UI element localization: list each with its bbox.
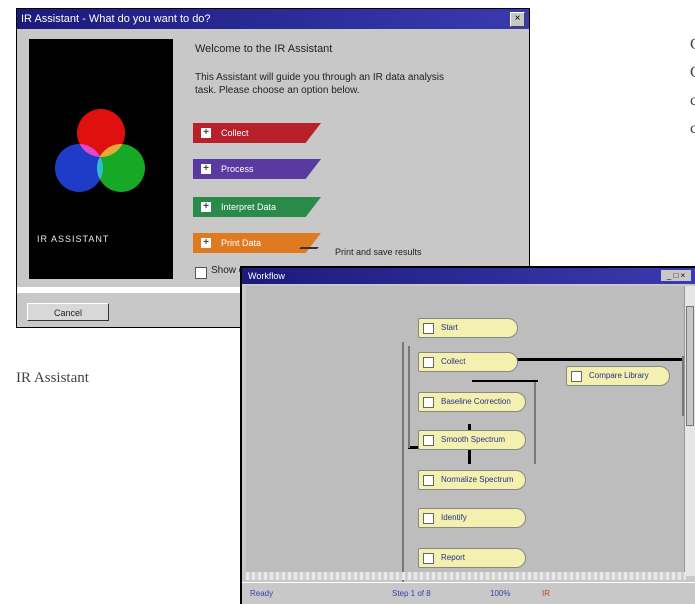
cancel-button[interactable]: Cancel xyxy=(27,303,109,321)
node-label: Normalize Spectrum xyxy=(441,475,514,484)
node-icon xyxy=(423,475,434,486)
flow-node[interactable]: Report xyxy=(418,548,526,568)
flow-node[interactable]: Compare Library xyxy=(566,366,670,386)
option-interpret-button[interactable]: + Interpret Data xyxy=(193,197,321,217)
flow-node[interactable]: Identify xyxy=(418,508,526,528)
show-startup-checkbox[interactable] xyxy=(195,267,207,279)
option-label: Collect xyxy=(221,128,249,138)
connector xyxy=(402,342,404,582)
blue-circle-icon xyxy=(55,144,103,192)
scrollbar-thumb[interactable] xyxy=(686,306,694,426)
flow-node[interactable]: Smooth Spectrum xyxy=(418,430,526,450)
plus-icon: + xyxy=(201,202,211,212)
connector xyxy=(408,346,410,448)
option-label: Process xyxy=(221,164,254,174)
connector xyxy=(534,382,536,464)
node-label: Smooth Spectrum xyxy=(441,435,506,444)
figure-caption: IR Assistant xyxy=(16,370,89,386)
side-text-line: C xyxy=(690,64,695,82)
dialog-description: This Assistant will guide you through an… xyxy=(195,72,445,96)
workflow-title: Workflow xyxy=(248,271,285,281)
node-label: Start xyxy=(441,323,458,332)
dialog-heading: Welcome to the IR Assistant xyxy=(195,43,333,55)
option-collect-button[interactable]: + Collect xyxy=(193,123,321,143)
dialog-title: IR Assistant - What do you want to do? xyxy=(21,13,211,25)
node-label: Compare Library xyxy=(589,371,649,380)
workflow-canvas: Start Collect Baseline Correction Smooth… xyxy=(246,286,684,582)
close-icon[interactable]: × xyxy=(510,12,525,27)
node-icon xyxy=(423,397,434,408)
window-controls-icon[interactable]: _ □ × xyxy=(661,270,691,281)
node-icon xyxy=(423,553,434,564)
option-label: Print Data xyxy=(221,238,262,248)
flow-node[interactable]: Start xyxy=(418,318,518,338)
status-text: 100% xyxy=(490,589,511,598)
rgb-circles-artwork: IR ASSISTANT xyxy=(29,39,173,279)
status-text: IR xyxy=(542,589,550,598)
status-text: Step 1 of 8 xyxy=(392,589,431,598)
plus-icon: + xyxy=(201,238,211,248)
side-text-line: c xyxy=(690,120,695,137)
vertical-scrollbar[interactable] xyxy=(684,286,695,576)
plus-icon: + xyxy=(201,164,211,174)
node-label: Baseline Correction xyxy=(441,397,511,406)
option-print-button[interactable]: + Print Data xyxy=(193,233,321,253)
node-icon xyxy=(571,371,582,382)
option-process-button[interactable]: + Process xyxy=(193,159,321,179)
dialog-title-bar: IR Assistant - What do you want to do? × xyxy=(17,9,529,29)
connector xyxy=(472,380,538,382)
node-label: Collect xyxy=(441,357,466,366)
workflow-title-bar: Workflow _ □ × xyxy=(242,268,695,284)
flow-node[interactable]: Baseline Correction xyxy=(418,392,526,412)
status-text: Ready xyxy=(250,589,274,598)
horizontal-scrollbar[interactable] xyxy=(246,572,686,580)
option-label: Interpret Data xyxy=(221,202,277,212)
art-label: IR ASSISTANT xyxy=(37,234,110,244)
green-circle-icon xyxy=(97,144,145,192)
node-icon xyxy=(423,323,434,334)
side-text-line: c xyxy=(690,92,695,109)
flow-node[interactable]: Normalize Spectrum xyxy=(418,470,526,490)
option-note: Print and save results xyxy=(335,247,422,257)
node-label: Identify xyxy=(441,513,467,522)
node-icon xyxy=(423,513,434,524)
node-label: Report xyxy=(441,553,466,562)
node-icon xyxy=(423,357,434,368)
side-text-line: C xyxy=(690,36,695,54)
node-icon xyxy=(423,435,434,446)
plus-icon: + xyxy=(201,128,211,138)
status-bar: Ready Step 1 of 8 100% IR xyxy=(242,582,695,604)
flow-node[interactable]: Collect xyxy=(418,352,518,372)
workflow-window: Workflow _ □ × Start Collect Baseline Co… xyxy=(240,266,695,604)
